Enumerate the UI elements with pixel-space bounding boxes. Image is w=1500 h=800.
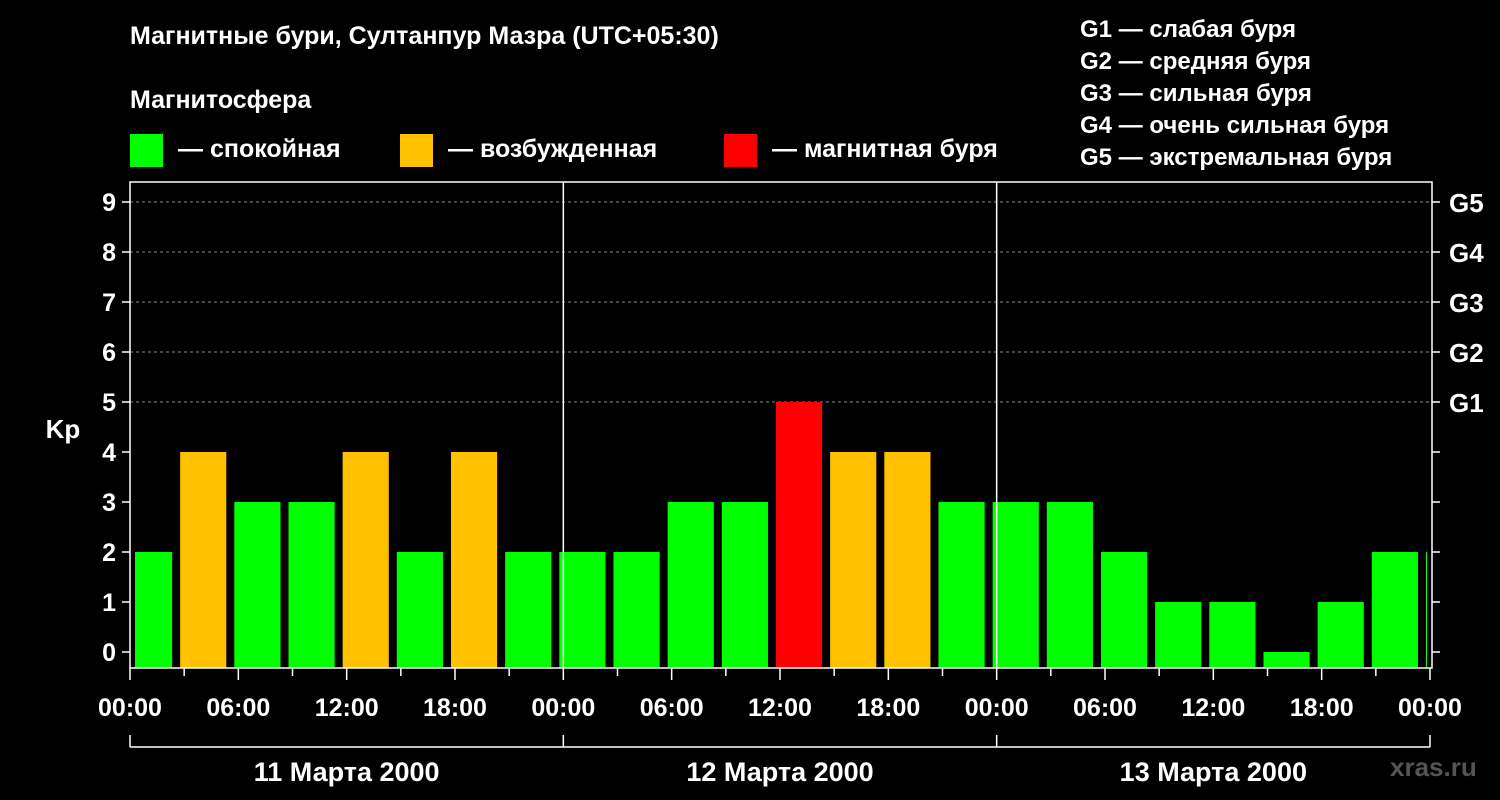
y-tick-label: 8 [102, 239, 116, 267]
y-tick-label: 6 [102, 339, 116, 367]
kp-bar [721, 502, 768, 668]
kp-bar [135, 552, 173, 668]
g-level-label: G1 [1449, 388, 1484, 418]
x-tick-label: 18:00 [856, 694, 920, 722]
kp-bar [505, 552, 552, 668]
y-tick-label: 1 [102, 589, 116, 617]
kp-bar [1100, 552, 1148, 668]
x-tick-label: 00:00 [1398, 694, 1462, 722]
kp-chart: 0 1 2 3 4 5 6 7 8 9 G1 G2 G3 G4 G5 00:00 06:00 12:00 18:00… [46, 181, 1484, 787]
watermark: xras.ru [1390, 752, 1477, 782]
kp-bar [396, 552, 443, 668]
day-label: 12 Марта 2000 [686, 757, 873, 787]
kp-bar [559, 552, 606, 668]
grid [130, 201, 1432, 403]
kp-bar [1155, 602, 1202, 668]
y-tick-label: 4 [102, 439, 116, 467]
day-label: 11 Марта 2000 [254, 757, 440, 787]
x-tick-label: 06:00 [640, 694, 704, 722]
g-level-label: G5 [1449, 188, 1484, 218]
y-tick-label: 9 [102, 189, 116, 217]
y-tick-label: 3 [102, 489, 116, 517]
kp-bar [1046, 502, 1093, 668]
kp-bar [667, 502, 714, 668]
kp-bar [830, 452, 877, 668]
kp-bar [613, 552, 660, 668]
x-tick-label: 12:00 [748, 694, 812, 722]
kp-bar [938, 502, 985, 668]
x-tick-label: 06:00 [206, 694, 270, 722]
y-axis-label: Kp [46, 414, 81, 444]
x-tick-label: 12:00 [1181, 694, 1245, 722]
x-tick-label: 18:00 [1290, 694, 1354, 722]
x-tick-label: 18:00 [423, 694, 487, 722]
y-tick-label: 0 [102, 639, 116, 667]
kp-bar [1263, 652, 1310, 668]
x-tick-label: 12:00 [315, 694, 379, 722]
kp-bar [775, 402, 823, 668]
kp-bar [234, 502, 281, 668]
kp-bar [342, 452, 389, 668]
y-tick-label: 5 [102, 389, 116, 417]
g-level-label: G4 [1449, 238, 1484, 268]
kp-bar [884, 452, 931, 668]
kp-bar [180, 452, 227, 668]
x-tick-label: 06:00 [1073, 694, 1137, 722]
x-tick-label: 00:00 [98, 694, 162, 722]
kp-bar [1317, 602, 1364, 668]
y-tick-label: 2 [102, 539, 116, 567]
day-label: 13 Марта 2000 [1120, 757, 1307, 787]
kp-bar [1209, 602, 1256, 668]
bars [135, 402, 1427, 668]
kp-bar [450, 452, 498, 668]
x-tick-label: 00:00 [531, 694, 595, 722]
g-level-label: G3 [1449, 288, 1484, 318]
y-tick-label: 7 [102, 289, 116, 317]
kp-bar [1371, 552, 1418, 668]
g-level-label: G2 [1449, 338, 1484, 368]
kp-bar [1425, 552, 1427, 668]
x-tick-label: 00:00 [965, 694, 1029, 722]
kp-bar [288, 502, 335, 668]
kp-bar [992, 502, 1039, 668]
